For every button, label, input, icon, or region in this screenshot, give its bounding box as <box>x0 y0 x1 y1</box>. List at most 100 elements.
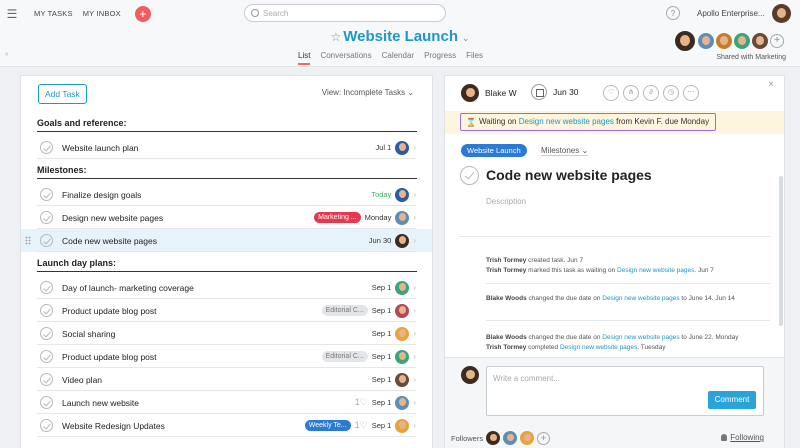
task-name[interactable]: Social sharing <box>62 329 115 339</box>
tab-conversations[interactable]: Conversations <box>320 51 371 65</box>
help-button[interactable]: ? <box>666 6 680 20</box>
chevron-down-icon[interactable]: ⌄ <box>462 33 470 43</box>
member-avatar[interactable] <box>698 33 714 49</box>
task-row[interactable]: Finalize design goals Today › <box>21 183 432 206</box>
waiting-task-link[interactable]: Design new website pages <box>519 117 614 126</box>
project-tag[interactable]: Editorial C... <box>321 305 368 316</box>
story-task-link[interactable]: Design new website pages <box>560 344 637 351</box>
task-name[interactable]: Product update blog post <box>62 352 157 362</box>
comment-button[interactable]: Comment <box>708 391 756 409</box>
menu-icon[interactable]: ☰ <box>0 7 24 21</box>
organization-switcher[interactable]: Apollo Enterprise... <box>697 9 765 18</box>
assignee-avatar[interactable] <box>395 140 410 155</box>
subtask-icon[interactable]: ⋔ <box>623 85 639 101</box>
like-count[interactable]: 1♡ <box>355 420 368 431</box>
search-input[interactable]: Search <box>244 4 446 22</box>
my-inbox-link[interactable]: MY INBOX <box>83 9 121 18</box>
follower-avatar[interactable] <box>503 431 518 445</box>
assignee-avatar[interactable] <box>395 418 410 433</box>
task-row[interactable]: Day of launch- marketing coverage Sep 1 … <box>21 276 432 299</box>
heart-icon[interactable]: ♡ <box>603 85 619 101</box>
project-tag[interactable]: Weekly Te... <box>304 420 351 431</box>
task-title[interactable]: Code new website pages <box>486 167 652 183</box>
follower-avatar[interactable] <box>520 431 535 445</box>
star-icon[interactable]: ☆ <box>330 30 341 44</box>
task-row[interactable]: Social sharing Sep 1 › <box>21 322 432 345</box>
quick-add-button[interactable]: + <box>134 5 151 22</box>
assignee-avatar[interactable] <box>395 349 410 364</box>
project-pill[interactable]: Website Launch <box>461 144 527 157</box>
complete-checkbox[interactable] <box>40 188 53 201</box>
assignee-avatar[interactable] <box>395 210 410 225</box>
my-tasks-link[interactable]: MY TASKS <box>34 9 73 18</box>
task-name[interactable]: Launch new website <box>62 398 139 408</box>
complete-checkbox[interactable] <box>40 211 53 224</box>
task-name[interactable]: Product update blog post <box>62 306 157 316</box>
task-name[interactable]: Website launch plan <box>62 143 138 153</box>
complete-checkbox[interactable] <box>40 419 53 432</box>
task-name[interactable]: Website Redesign Updates <box>62 421 165 431</box>
tab-progress[interactable]: Progress <box>424 51 456 65</box>
add-follower-button[interactable]: + <box>537 431 551 445</box>
tab-list[interactable]: List <box>298 51 311 65</box>
task-name[interactable]: Video plan <box>62 375 102 385</box>
due-date-field[interactable]: Jun 30 <box>531 84 579 100</box>
member-avatar[interactable] <box>734 33 750 49</box>
member-avatar[interactable] <box>752 33 768 49</box>
task-row[interactable]: Website launch plan Jul 1 › <box>21 136 432 159</box>
task-name[interactable]: Design new website pages <box>62 213 163 223</box>
story-task-link[interactable]: Design new website pages <box>602 295 679 302</box>
tab-files[interactable]: Files <box>466 51 483 65</box>
complete-checkbox[interactable] <box>40 141 53 154</box>
complete-checkbox[interactable] <box>40 396 53 409</box>
view-filter-dropdown[interactable]: View: Incomplete Tasks ⌄ <box>322 88 414 97</box>
complete-checkbox[interactable] <box>40 350 53 363</box>
story-task-link[interactable]: Design new website pages <box>617 267 694 274</box>
attachment-icon[interactable]: ∂ <box>643 85 659 101</box>
story-task-link[interactable]: Design new website pages <box>602 334 679 341</box>
project-tag[interactable]: Marketing ... <box>314 212 361 223</box>
section-dropdown[interactable]: Milestones ⌄ <box>541 146 589 156</box>
complete-checkbox[interactable] <box>40 281 53 294</box>
assignee-avatar[interactable] <box>395 233 410 248</box>
description-field[interactable]: Description <box>486 197 526 206</box>
complete-checkbox[interactable] <box>40 234 53 247</box>
assignee-avatar[interactable] <box>395 326 410 341</box>
project-tag[interactable]: Editorial C... <box>321 351 368 362</box>
collapse-sidebar-icon[interactable]: ^ <box>5 53 8 60</box>
drag-handle-icon[interactable] <box>25 236 31 245</box>
member-avatar[interactable] <box>716 33 732 49</box>
following-toggle[interactable]: Following <box>721 433 764 442</box>
assignee-field[interactable]: Blake W <box>461 84 517 102</box>
task-name[interactable]: Day of launch- marketing coverage <box>62 283 194 293</box>
assignee-avatar[interactable] <box>395 372 410 387</box>
close-icon[interactable]: × <box>768 79 774 90</box>
complete-task-checkbox[interactable] <box>460 166 479 185</box>
tab-calendar[interactable]: Calendar <box>382 51 414 65</box>
add-member-button[interactable]: + <box>770 34 784 48</box>
section-header[interactable]: Launch day plans: <box>37 258 417 272</box>
follower-avatar[interactable] <box>486 431 501 445</box>
assignee-avatar[interactable] <box>395 395 410 410</box>
task-row[interactable]: Launch new website 1♡ Sep 1 › <box>21 391 432 414</box>
timer-icon[interactable]: ◷ <box>663 85 679 101</box>
task-row[interactable]: Website Redesign Updates Weekly Te... 1♡… <box>21 414 432 437</box>
assignee-avatar[interactable] <box>395 303 410 318</box>
comment-input[interactable]: Write a comment... Comment <box>486 366 764 416</box>
task-name[interactable]: Finalize design goals <box>62 190 141 200</box>
scrollbar[interactable] <box>779 176 783 326</box>
task-row[interactable]: Product update blog post Editorial C... … <box>21 299 432 322</box>
task-row[interactable]: Video plan Sep 1 › <box>21 368 432 391</box>
task-row[interactable]: Design new website pages Marketing ... M… <box>21 206 432 229</box>
task-row[interactable]: Product update blog post Editorial C... … <box>21 345 432 368</box>
assignee-avatar[interactable] <box>395 187 410 202</box>
like-count[interactable]: 1♡ <box>355 397 368 408</box>
complete-checkbox[interactable] <box>40 304 53 317</box>
section-header[interactable]: Milestones: <box>37 165 417 179</box>
complete-checkbox[interactable] <box>40 327 53 340</box>
user-avatar[interactable] <box>772 4 791 23</box>
task-name[interactable]: Code new website pages <box>62 236 157 246</box>
more-icon[interactable]: ⋯ <box>683 85 699 101</box>
assignee-avatar[interactable] <box>395 280 410 295</box>
section-header[interactable]: Goals and reference: <box>37 118 417 132</box>
